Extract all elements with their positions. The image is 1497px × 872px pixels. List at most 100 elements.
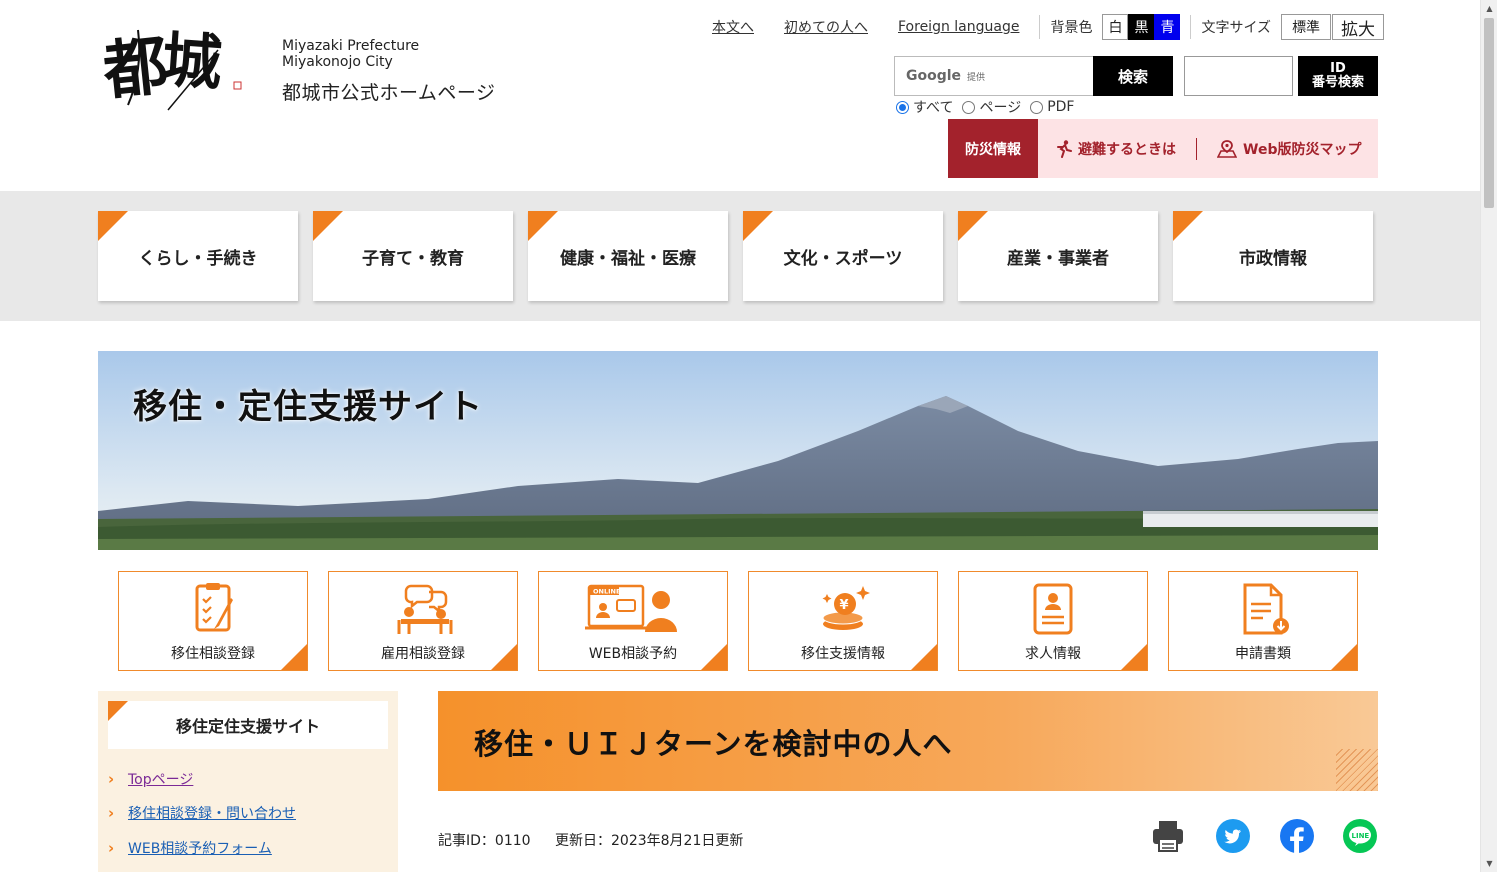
- scroll-up-arrow-icon[interactable]: ▲: [1481, 0, 1497, 17]
- radio-all[interactable]: [896, 100, 909, 114]
- quick-link-jobs[interactable]: 求人情報: [958, 571, 1148, 671]
- nav-living[interactable]: くらし・手続き: [98, 211, 298, 301]
- search-input[interactable]: Google 提供: [894, 56, 1094, 96]
- line-icon: LINE: [1343, 819, 1377, 853]
- radio-all-label: すべて: [913, 100, 954, 116]
- radio-page[interactable]: [962, 100, 976, 114]
- global-navigation: くらし・手続き 子育て・教育 健康・福祉・医療 文化・スポーツ 産業・事業者 市…: [0, 191, 1480, 321]
- hazard-map-link-label: Web版防災マップ: [1243, 141, 1362, 158]
- hero-title: 移住・定住支援サイト: [133, 387, 483, 427]
- font-size-label: 文字サイズ: [1201, 20, 1272, 36]
- side-link-label: Topページ: [128, 772, 194, 788]
- divider: [1196, 137, 1197, 160]
- quick-link-label: 雇用相談登録: [381, 646, 465, 662]
- article-header: 移住・ＵＩＪターンを検討中の人へ: [438, 691, 1378, 791]
- nav-industry-business[interactable]: 産業・事業者: [958, 211, 1158, 301]
- evacuate-link[interactable]: 避難するときは: [1056, 139, 1176, 159]
- twitter-share-button[interactable]: [1216, 819, 1250, 853]
- radio-pdf[interactable]: [1030, 100, 1044, 114]
- print-icon: [1153, 821, 1183, 852]
- provided-by-label: 提供: [967, 72, 986, 83]
- article-meta: 記事ID：0110 更新日：2023年8月21日更新: [438, 830, 743, 850]
- divider: [1039, 15, 1041, 39]
- city-name-english: Miyazaki Prefecture Miyakonojo City: [282, 38, 419, 70]
- quick-link-support-info[interactable]: ¥ 移住支援情報: [748, 571, 938, 671]
- id-button-line2: 番号検索: [1311, 75, 1364, 90]
- side-link-label: 移住相談登録・問い合わせ: [128, 806, 296, 822]
- calligraphy-logo-icon: 都 城: [99, 25, 242, 111]
- svg-text:¥: ¥: [840, 598, 849, 613]
- quick-link-forms[interactable]: 申請書類: [1168, 571, 1358, 671]
- google-logo: Google: [906, 68, 962, 84]
- hazard-map-link[interactable]: Web版防災マップ: [1217, 139, 1361, 159]
- foreign-language-link[interactable]: Foreign language: [898, 19, 1019, 35]
- quick-link-label: 移住支援情報: [801, 646, 885, 662]
- bg-blue-button[interactable]: 青: [1154, 14, 1181, 40]
- first-time-link[interactable]: 初めての人へ: [784, 17, 868, 37]
- clipboard-icon: [195, 583, 233, 632]
- map-pin-icon: [1217, 139, 1237, 158]
- yen-coins-icon: ¥: [822, 586, 870, 630]
- nav-childcare-education[interactable]: 子育て・教育: [313, 211, 513, 301]
- quick-link-label: 申請書類: [1235, 646, 1291, 662]
- page-title: 移住・ＵＩＪターンを検討中の人へ: [474, 727, 953, 761]
- prefecture-name: Miyazaki Prefecture: [282, 38, 420, 54]
- quick-link-employment-register[interactable]: 雇用相談登録: [328, 571, 518, 671]
- facebook-share-button[interactable]: [1280, 819, 1314, 853]
- article-id: 記事ID：0110: [438, 833, 531, 849]
- running-person-icon: [1057, 139, 1072, 158]
- scrollbar-thumb[interactable]: [1484, 18, 1494, 208]
- quick-link-label: 移住相談登録: [171, 646, 255, 662]
- consultation-icon: [397, 584, 453, 634]
- side-link-web-reserve[interactable]: › WEB相談予約フォーム: [108, 838, 272, 858]
- quick-link-consult-register[interactable]: 移住相談登録: [118, 571, 308, 671]
- quick-link-label: 求人情報: [1025, 646, 1081, 662]
- decorative-hatch: [1336, 749, 1378, 791]
- quick-link-label: WEB相談予約: [588, 646, 678, 662]
- twitter-icon: [1216, 819, 1250, 853]
- font-large-button[interactable]: 拡大: [1332, 14, 1385, 40]
- svg-text:LINE: LINE: [1352, 832, 1370, 840]
- id-search-button[interactable]: ID 番号検索: [1298, 56, 1378, 96]
- svg-text:城: 城: [159, 25, 224, 99]
- line-share-button[interactable]: LINE: [1343, 819, 1377, 853]
- side-link-consult[interactable]: › 移住相談登録・問い合わせ: [108, 803, 296, 823]
- city-logo[interactable]: 都 城: [98, 10, 248, 120]
- font-standard-button[interactable]: 標準: [1281, 14, 1332, 40]
- nav-culture-sports[interactable]: 文化・スポーツ: [743, 211, 943, 301]
- print-button[interactable]: [1151, 819, 1185, 853]
- disaster-info-label[interactable]: 防災情報: [948, 119, 1038, 178]
- hero-banner: 移住・定住支援サイト: [98, 351, 1378, 550]
- bg-black-button[interactable]: 黒: [1128, 14, 1155, 40]
- search-scope-radios: すべて ページ PDF: [896, 97, 1083, 117]
- nav-city-government[interactable]: 市政情報: [1173, 211, 1373, 301]
- radio-page-label: ページ: [979, 100, 1022, 116]
- nav-health-welfare[interactable]: 健康・福祉・医療: [528, 211, 728, 301]
- chevron-right-icon: ›: [108, 839, 115, 857]
- facebook-icon: [1280, 819, 1314, 853]
- city-name: Miyakonojo City: [282, 54, 393, 70]
- online-meeting-icon: ONLINE: [585, 584, 677, 632]
- side-link-label: WEB相談予約フォーム: [128, 841, 272, 857]
- chevron-right-icon: ›: [108, 804, 115, 822]
- skip-to-content-link[interactable]: 本文へ: [712, 17, 754, 37]
- side-menu-title[interactable]: 移住定住支援サイト: [108, 701, 388, 749]
- download-document-icon: [1243, 583, 1289, 635]
- scroll-down-arrow-icon[interactable]: ▼: [1481, 855, 1497, 872]
- vertical-scrollbar[interactable]: ▲ ▼: [1480, 0, 1497, 872]
- utility-bar: 本文へ 初めての人へ Foreign language 背景色 白 黒 青 文字…: [712, 14, 1385, 40]
- id-number-input[interactable]: [1184, 56, 1293, 96]
- quick-link-web-consult[interactable]: ONLINE WEB相談予約: [538, 571, 728, 671]
- side-menu: 移住定住支援サイト › Topページ › 移住相談登録・問い合わせ › WEB相…: [98, 691, 398, 872]
- evacuate-link-label: 避難するときは: [1078, 141, 1176, 158]
- site-title[interactable]: 都城市公式ホームページ: [282, 78, 496, 105]
- page: 都 城 Miyazaki Prefecture Miyakonojo City …: [0, 0, 1497, 872]
- side-link-top[interactable]: › Topページ: [108, 769, 193, 789]
- bg-white-button[interactable]: 白: [1102, 14, 1129, 40]
- chevron-right-icon: ›: [108, 770, 115, 788]
- id-button-line1: ID: [1330, 61, 1346, 76]
- online-badge-text: ONLINE: [593, 588, 620, 596]
- updated-date: 更新日：2023年8月21日更新: [555, 833, 744, 849]
- disaster-links: 避難するときは Web版防災マップ: [1038, 119, 1378, 178]
- search-button[interactable]: 検索: [1093, 56, 1173, 96]
